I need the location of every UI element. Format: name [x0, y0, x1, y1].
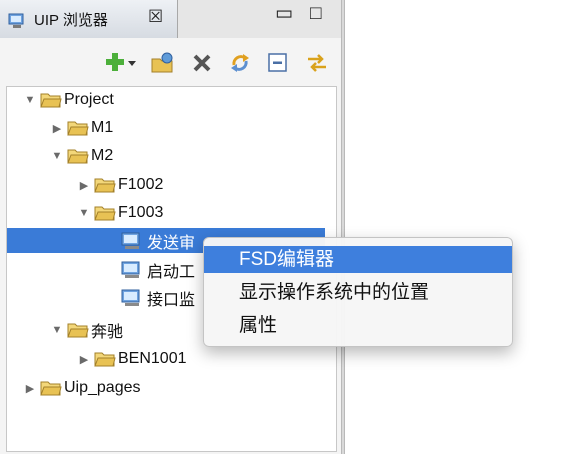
- tree-node-page[interactable]: 启动工: [121, 257, 195, 283]
- collapsed-arrow-icon[interactable]: ▶: [50, 122, 64, 135]
- add-dropdown-button[interactable]: [104, 49, 138, 77]
- expanded-arrow-icon[interactable]: ▼: [23, 94, 37, 106]
- tree-node-label: F1002: [118, 176, 164, 193]
- open-folder-icon: [94, 206, 116, 221]
- tab-close-icon[interactable]: ☒: [148, 7, 163, 27]
- tree-node-label: 接口监: [147, 292, 196, 309]
- tree-node-label: M1: [91, 119, 114, 136]
- view-toolbar: [0, 45, 341, 85]
- context-menu: FSD编辑器 显示操作系统中的位置 属性: [203, 237, 513, 347]
- computer-page-icon: [121, 289, 140, 306]
- uip-browser-icon: [8, 13, 24, 28]
- tree-node-f1002[interactable]: ▶ F1002: [77, 172, 164, 198]
- tree-node-page-selected[interactable]: 发送审: [121, 228, 195, 254]
- expanded-arrow-icon[interactable]: ▼: [77, 207, 91, 219]
- editor-area: [345, 0, 575, 454]
- computer-page-icon: [121, 232, 140, 249]
- tree-node-m1[interactable]: ▶ M1: [50, 115, 113, 141]
- view-tab-bar: UIP 浏览器 ☒ ▭ □: [0, 0, 341, 38]
- maximize-view-icon[interactable]: □: [310, 4, 321, 24]
- open-folder-icon: [67, 149, 89, 164]
- open-folder-icon: [151, 52, 173, 73]
- link-editor-icon: [308, 54, 326, 72]
- collapse-all-button[interactable]: [264, 49, 292, 77]
- tree-node-benz[interactable]: ▼ 奔驰: [50, 317, 123, 343]
- tree-node-project[interactable]: ▼ Project: [23, 87, 114, 113]
- expanded-arrow-icon[interactable]: ▼: [50, 150, 64, 162]
- uip-browser-view: UIP 浏览器 ☒ ▭ □ ▼ Project ▶ M1 ▼ M2 ▶ F100…: [0, 0, 341, 454]
- computer-page-icon: [121, 261, 140, 278]
- open-folder-icon: [67, 323, 89, 338]
- tree-node-label: F1003: [118, 204, 164, 221]
- menu-item-show-in-system[interactable]: 显示操作系统中的位置: [204, 279, 512, 306]
- tree-node-label: BEN1001: [118, 350, 187, 367]
- collapsed-arrow-icon[interactable]: ▶: [77, 353, 91, 366]
- delete-icon: [193, 54, 211, 72]
- link-with-editor-button[interactable]: [302, 49, 332, 77]
- refresh-button[interactable]: [226, 49, 254, 77]
- expanded-arrow-icon[interactable]: ▼: [50, 324, 64, 336]
- open-folder-icon: [40, 381, 62, 396]
- tree-node-label: 奔驰: [91, 324, 124, 341]
- uip-browser-tab[interactable]: UIP 浏览器 ☒: [0, 0, 178, 38]
- tree-node-label: Project: [64, 91, 114, 108]
- minimize-view-icon[interactable]: ▭: [275, 4, 293, 24]
- tree-node-label: 启动工: [147, 264, 196, 281]
- menu-item-fsd-editor[interactable]: FSD编辑器: [204, 246, 512, 273]
- open-folder-icon: [94, 352, 116, 367]
- tree-node-page[interactable]: 接口监: [121, 285, 195, 311]
- tree-node-uip-pages[interactable]: ▶ Uip_pages: [23, 375, 141, 401]
- open-folder-button[interactable]: [148, 49, 178, 77]
- open-folder-icon: [94, 178, 116, 193]
- refresh-icon: [231, 54, 249, 72]
- open-folder-icon: [40, 93, 62, 108]
- tree-node-label: 发送审: [147, 235, 196, 252]
- open-folder-icon: [67, 121, 89, 136]
- add-dropdown-icon: [106, 53, 136, 71]
- collapsed-arrow-icon[interactable]: ▶: [23, 382, 37, 395]
- tree-node-f1003[interactable]: ▼ F1003: [77, 200, 164, 226]
- collapse-all-icon: [268, 53, 287, 72]
- tree-node-m2[interactable]: ▼ M2: [50, 143, 114, 169]
- tree-node-ben1001[interactable]: ▶ BEN1001: [77, 346, 187, 372]
- menu-item-properties[interactable]: 属性: [204, 312, 512, 339]
- delete-button[interactable]: [188, 49, 216, 77]
- collapsed-arrow-icon[interactable]: ▶: [77, 179, 91, 192]
- tree-node-label: M2: [91, 147, 114, 164]
- tab-title: UIP 浏览器: [34, 12, 108, 29]
- tree-node-label: Uip_pages: [64, 379, 141, 396]
